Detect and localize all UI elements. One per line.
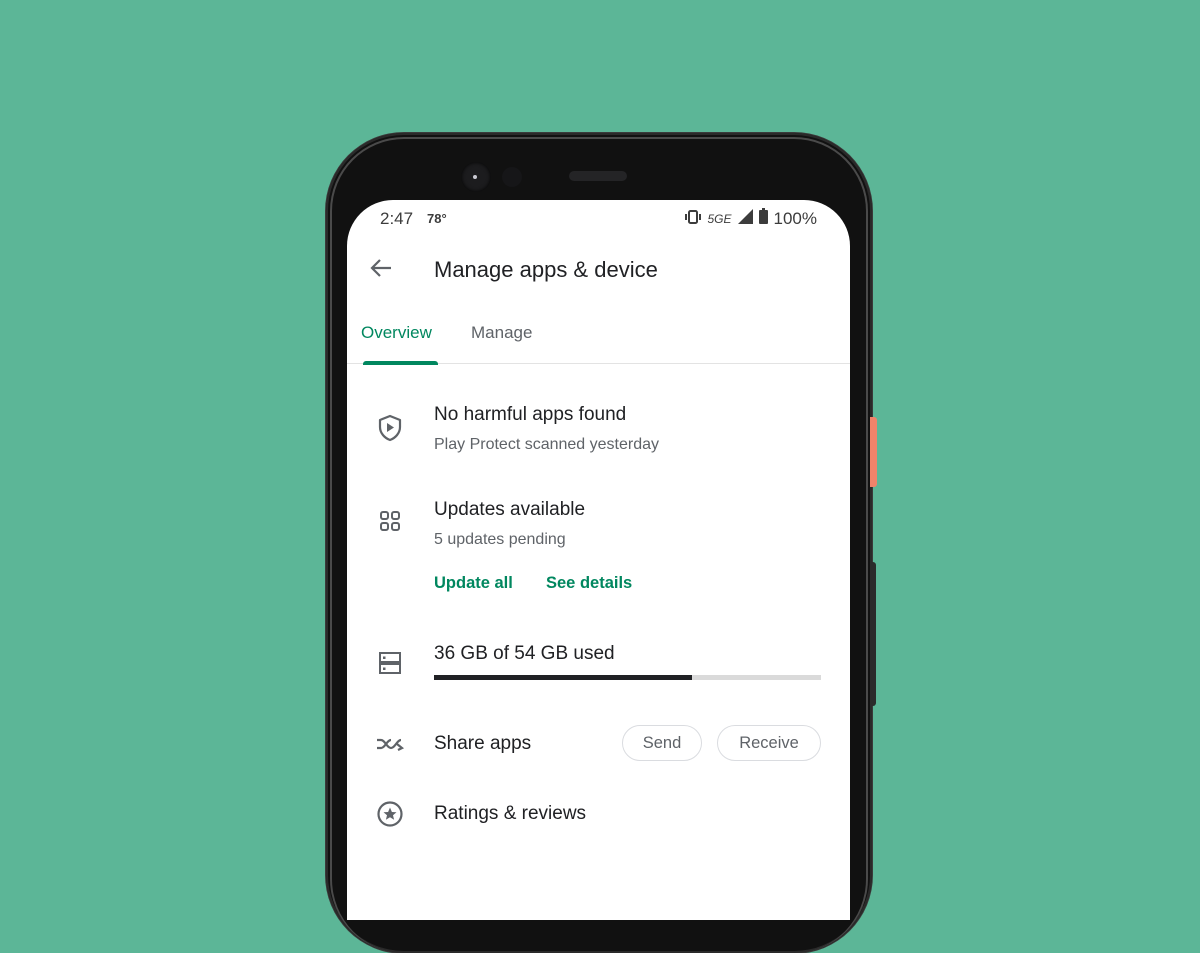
share-apps-title: Share apps [434, 733, 532, 754]
battery-icon [758, 208, 768, 229]
page-title: Manage apps & device [434, 257, 658, 282]
ratings-reviews-row[interactable]: Ratings & reviews [347, 795, 850, 835]
status-time: 2:47 [380, 209, 414, 228]
star-circle-icon [375, 799, 405, 829]
arrow-left-icon [370, 258, 392, 283]
apps-grid-icon [375, 506, 405, 536]
proximity-sensor [502, 167, 522, 187]
storage-row[interactable]: 36 GB of 54 GB used [347, 635, 850, 695]
updates-row: Updates available 5 updates pending Upda… [347, 495, 850, 605]
phone-screen: 2:47 78° 5GE 100% Manage apps & device O… [347, 200, 850, 920]
battery-percent: 100% [773, 208, 817, 228]
volume-button [870, 562, 876, 706]
update-all-button[interactable]: Update all [434, 574, 513, 593]
see-details-button[interactable]: See details [546, 574, 632, 593]
power-button [870, 417, 877, 487]
vibrate-icon [684, 209, 702, 229]
protect-title: No harmful apps found [434, 404, 627, 425]
updates-subtitle: 5 updates pending [434, 531, 566, 548]
network-type: 5GE [707, 211, 732, 226]
active-tab-indicator [363, 361, 438, 365]
receive-button[interactable]: Receive [717, 725, 821, 761]
back-button[interactable] [367, 256, 395, 284]
earpiece-speaker [569, 171, 627, 181]
front-camera [461, 162, 491, 192]
storage-title: 36 GB of 54 GB used [434, 643, 615, 664]
tab-overview[interactable]: Overview [361, 323, 432, 343]
signal-icon [737, 208, 753, 229]
status-indicators: 5GE 100% [684, 208, 817, 229]
storage-icon [375, 648, 405, 678]
tab-bar: Overview Manage [347, 318, 850, 365]
tab-manage[interactable]: Manage [471, 323, 532, 343]
play-protect-row[interactable]: No harmful apps found Play Protect scann… [347, 400, 850, 470]
ratings-title: Ratings & reviews [434, 803, 587, 824]
storage-progress-bar [434, 675, 821, 680]
storage-progress-fill [434, 675, 693, 680]
status-temperature: 78° [427, 211, 447, 226]
shield-play-icon [375, 413, 405, 443]
protect-subtitle: Play Protect scanned yesterday [434, 436, 660, 453]
updates-title: Updates available [434, 499, 586, 520]
send-button[interactable]: Send [622, 725, 702, 761]
share-swap-icon [375, 729, 405, 759]
share-apps-row: Share apps Send Receive [347, 722, 850, 772]
